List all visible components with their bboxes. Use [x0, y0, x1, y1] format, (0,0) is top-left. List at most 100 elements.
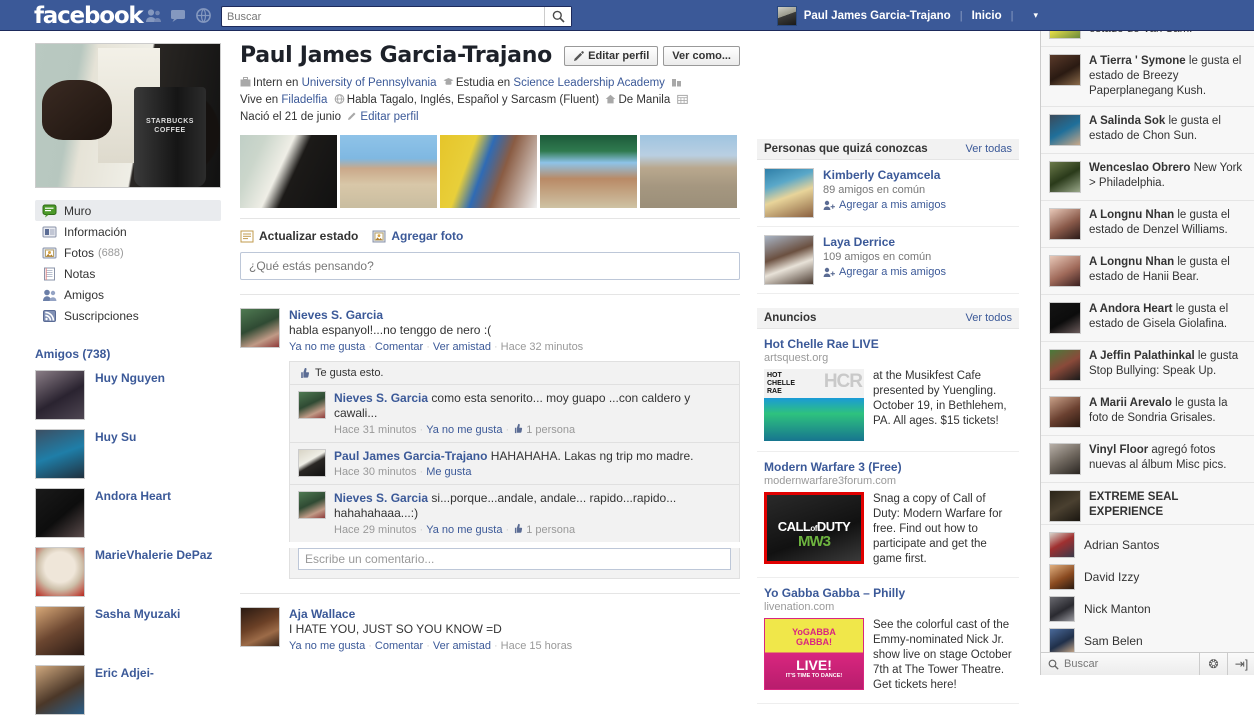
post-author[interactable]: Aja Wallace: [289, 607, 740, 621]
friend-name[interactable]: Huy Su: [95, 429, 136, 479]
list-item[interactable]: MarieVhalerie DePaz: [35, 547, 221, 597]
chat-friend-name[interactable]: Adrian Santos: [1084, 538, 1246, 552]
comment-input[interactable]: Escribe un comentario...: [298, 548, 731, 570]
ticker-item[interactable]: Vinyl Floor agregó fotos nuevas al álbum…: [1041, 436, 1254, 483]
ticker-item[interactable]: Wenceslao Obrero New York > Philadelphia…: [1041, 154, 1254, 201]
post-friendship-action[interactable]: Ver amistad: [433, 640, 491, 652]
sidebar-item-suscripciones[interactable]: Suscripciones: [35, 305, 221, 326]
comment-author[interactable]: Paul James Garcia-Trajano: [334, 449, 487, 463]
chat-friend-name[interactable]: David Izzy: [1084, 570, 1246, 584]
search-button[interactable]: [544, 7, 571, 26]
chat-friend-name[interactable]: Nick Manton: [1084, 602, 1246, 616]
ad-title[interactable]: Modern Warfare 3 (Free): [764, 460, 902, 474]
view-as-button[interactable]: Ver como...: [663, 46, 740, 66]
avatar[interactable]: [240, 607, 280, 647]
user-avatar[interactable]: [777, 6, 797, 26]
ticker-actor[interactable]: Wenceslao Obrero: [1089, 162, 1190, 174]
ticker-item[interactable]: EXTREME SEAL EXPERIENCE: [1041, 483, 1254, 525]
meta-link-city[interactable]: Filadelfia: [281, 94, 327, 106]
list-item[interactable]: Andora Heart: [35, 488, 221, 538]
post-author[interactable]: Nieves S. Garcia: [289, 308, 740, 322]
comment-author[interactable]: Nieves S. Garcia: [334, 491, 428, 505]
meta-link-university[interactable]: University of Pennsylvania: [302, 77, 437, 89]
ticker-item[interactable]: A Salinda Sok le gusta el estado de Chon…: [1041, 107, 1254, 154]
photo-thumbnail[interactable]: [540, 135, 637, 208]
list-item[interactable]: Huy Nguyen: [35, 370, 221, 420]
friend-name[interactable]: Eric Adjei-: [95, 665, 154, 715]
add-friend-button[interactable]: Agregar a mis amigos: [823, 199, 946, 211]
sidebar-item-amigos[interactable]: Amigos: [35, 284, 221, 305]
home-link[interactable]: Inicio: [972, 10, 1002, 22]
ticker-item[interactable]: A Longnu Nhan le gusta el estado de Denz…: [1041, 201, 1254, 248]
notifications-icon[interactable]: [195, 8, 212, 23]
photo-thumbnail[interactable]: [240, 135, 337, 208]
chevron-down-icon[interactable]: ▾: [1033, 10, 1038, 21]
tab-actualizar-estado[interactable]: Actualizar estado: [240, 229, 358, 243]
ticker-sidebar[interactable]: A Tuong Lam le gusta el estado de Van Sa…: [1040, 0, 1254, 675]
chat-friend-row[interactable]: Nick Manton: [1041, 593, 1254, 625]
post-like-action[interactable]: Ya no me gusta: [289, 341, 365, 353]
ticker-item[interactable]: A Marii Arevalo le gusta la foto de Sond…: [1041, 389, 1254, 436]
post-comment-action[interactable]: Comentar: [375, 640, 423, 652]
avatar[interactable]: [298, 391, 326, 419]
ticker-actor[interactable]: A Salinda Sok: [1089, 115, 1165, 127]
pymk-see-all-link[interactable]: Ver todas: [966, 143, 1012, 155]
ticker-actor[interactable]: A Longnu Nhan: [1089, 256, 1174, 268]
chat-search[interactable]: Buscar: [1041, 658, 1199, 670]
edit-profile-link[interactable]: Editar perfil: [360, 111, 418, 123]
comment-like-action[interactable]: Ya no me gusta: [426, 524, 502, 536]
ticker-actor[interactable]: A Andora Heart: [1089, 303, 1173, 315]
edit-profile-button[interactable]: Editar perfil: [564, 46, 658, 66]
friend-name[interactable]: MarieVhalerie DePaz: [95, 547, 212, 597]
ads-see-all-link[interactable]: Ver todos: [966, 312, 1012, 324]
chat-friend-name[interactable]: Sam Belen: [1084, 634, 1246, 648]
ticker-item[interactable]: A Longnu Nhan le gusta el estado de Hani…: [1041, 248, 1254, 295]
list-item[interactable]: Eric Adjei-: [35, 665, 221, 715]
ad-image[interactable]: HOTCHELLERAE HCR: [764, 369, 864, 441]
messages-icon[interactable]: [170, 8, 187, 23]
avatar[interactable]: [240, 308, 280, 348]
photo-thumbnail[interactable]: [340, 135, 437, 208]
avatar[interactable]: [764, 235, 814, 285]
ticker-actor[interactable]: A Tierra ' Symone: [1089, 55, 1186, 67]
post-friendship-action[interactable]: Ver amistad: [433, 341, 491, 353]
friend-requests-icon[interactable]: [145, 8, 162, 23]
photo-thumbnail[interactable]: [440, 135, 537, 208]
chat-friend-row[interactable]: David Izzy: [1041, 561, 1254, 593]
meta-link-school[interactable]: Science Leadership Academy: [513, 77, 665, 89]
expand-chat-icon[interactable]: ⇥]: [1227, 653, 1254, 675]
list-item[interactable]: Sasha Myuzaki: [35, 606, 221, 656]
sidebar-item-muro[interactable]: Muro: [35, 200, 221, 221]
ticker-actor[interactable]: A Jeffin Palathinkal: [1089, 350, 1195, 362]
friend-name[interactable]: Sasha Myuzaki: [95, 606, 180, 656]
comment-like-action[interactable]: Ya no me gusta: [426, 424, 502, 436]
ticker-item[interactable]: A Jeffin Palathinkal le gusta Stop Bully…: [1041, 342, 1254, 389]
ticker-actor[interactable]: Vinyl Floor: [1089, 444, 1148, 456]
ad-title[interactable]: Yo Gabba Gabba – Philly: [764, 586, 905, 600]
sidebar-item-notas[interactable]: Notas: [35, 263, 221, 284]
add-friend-button[interactable]: Agregar a mis amigos: [823, 266, 946, 278]
pymk-name[interactable]: Kimberly Cayamcela: [823, 168, 946, 182]
facebook-logo[interactable]: facebook: [34, 3, 143, 29]
pymk-name[interactable]: Laya Derrice: [823, 235, 946, 249]
search-input[interactable]: [222, 7, 542, 26]
ticker-actor[interactable]: A Marii Arevalo: [1089, 397, 1172, 409]
ticker-item[interactable]: A Andora Heart le gusta el estado de Gis…: [1041, 295, 1254, 342]
comment-author[interactable]: Nieves S. Garcia: [334, 391, 428, 405]
avatar[interactable]: [298, 491, 326, 519]
photo-thumbnail[interactable]: [640, 135, 737, 208]
sidebar-item-fotos[interactable]: Fotos (688): [35, 242, 221, 263]
chat-friend-row[interactable]: Adrian Santos: [1041, 529, 1254, 561]
avatar[interactable]: [298, 449, 326, 477]
avatar[interactable]: [764, 168, 814, 218]
tab-agregar-foto[interactable]: Agregar foto: [372, 229, 463, 243]
friend-name[interactable]: Andora Heart: [95, 488, 171, 538]
ticker-item[interactable]: A Tierra ' Symone le gusta el estado de …: [1041, 47, 1254, 107]
search-box[interactable]: [221, 6, 572, 27]
post-comment-action[interactable]: Comentar: [375, 341, 423, 353]
ad-image[interactable]: CALLofDUTY MW3: [764, 492, 864, 564]
sidebar-item-informacion[interactable]: Información: [35, 221, 221, 242]
comment-like-action[interactable]: Me gusta: [426, 466, 471, 478]
user-name-link[interactable]: Paul James Garcia-Trajano: [804, 10, 951, 22]
ad-image[interactable]: YoGABBAGABBA! LIVE! IT'S TIME TO DANCE!: [764, 618, 864, 690]
